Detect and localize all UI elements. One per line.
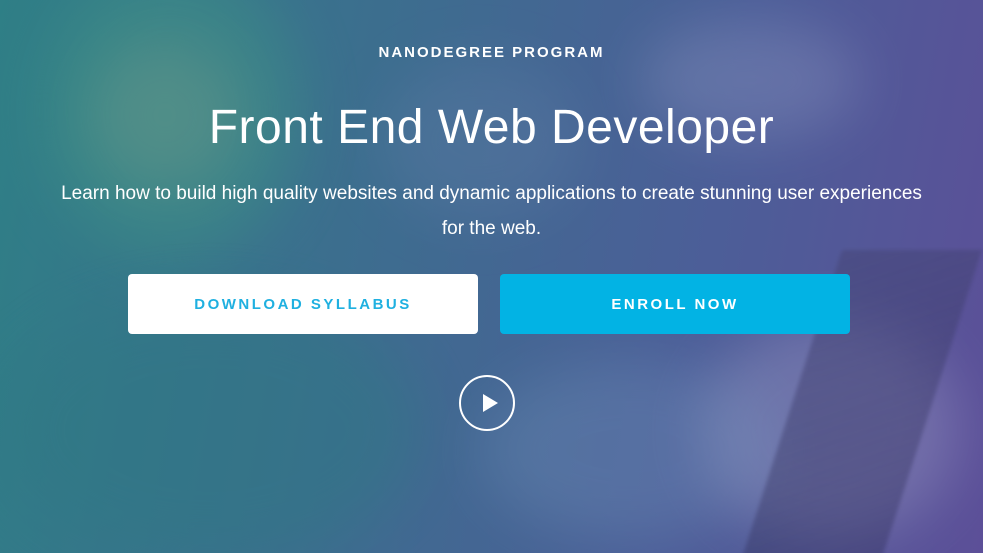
play-icon xyxy=(483,394,498,412)
download-syllabus-button[interactable]: DOWNLOAD SYLLABUS xyxy=(128,274,478,334)
enroll-now-button[interactable]: ENROLL NOW xyxy=(500,274,850,334)
page-title: Front End Web Developer xyxy=(208,101,775,154)
hero-content: NANODEGREE PROGRAM Front End Web Develop… xyxy=(0,0,983,553)
play-video-button[interactable] xyxy=(459,375,515,431)
subtitle-line-2: for the web. xyxy=(441,218,542,239)
hero-subtitle: Learn how to build high quality websites… xyxy=(0,176,983,246)
subtitle-line-1: Learn how to build high quality websites… xyxy=(61,183,922,204)
program-eyebrow: NANODEGREE PROGRAM xyxy=(378,44,605,61)
hero-section: NANODEGREE PROGRAM Front End Web Develop… xyxy=(0,0,983,553)
